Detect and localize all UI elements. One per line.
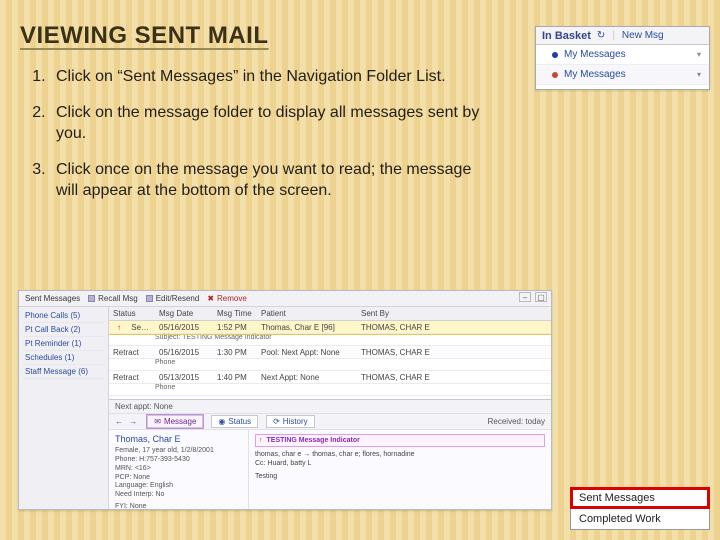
- remove-button[interactable]: ✖Remove: [207, 294, 247, 303]
- row-subject: Subject: TESTING Message Indicator: [109, 334, 551, 346]
- table-row[interactable]: ↑ Sent 05/16/2015 1:52 PM Thomas, Char E…: [109, 321, 551, 334]
- col-date[interactable]: Msg Date: [155, 309, 213, 318]
- recall-button[interactable]: Recall Msg: [88, 294, 138, 303]
- step-item: Click on “Sent Messages” in the Navigati…: [50, 66, 490, 88]
- inbasket-item-label: My Messages: [564, 49, 626, 60]
- tab-label: Message: [164, 417, 196, 426]
- inbasket-item-label: My Messages: [564, 69, 626, 80]
- patient-fyi: FYI: None: [115, 503, 242, 509]
- inbasket-title: In Basket: [542, 30, 591, 42]
- message-from: thomas, char e → thomas, char e; flores,…: [255, 450, 545, 459]
- recall-label: Recall Msg: [98, 294, 138, 303]
- new-message-button[interactable]: New Msg: [622, 30, 664, 41]
- col-patient[interactable]: Patient: [257, 309, 357, 318]
- edit-icon: [146, 295, 153, 302]
- remove-label: Remove: [217, 294, 247, 303]
- message-cc: Cc: Huard, batty L: [255, 459, 545, 468]
- window-button[interactable]: ▢: [535, 292, 547, 302]
- cell-status: Retract: [109, 348, 155, 357]
- cell-sentby: THOMAS, CHAR E: [357, 323, 551, 332]
- cell-time: 1:30 PM: [213, 348, 257, 357]
- folder-sidebar: Phone Calls (5) Pt Call Back (2) Pt Remi…: [19, 307, 109, 509]
- bullet-icon: [552, 72, 558, 78]
- window-button[interactable]: –: [519, 292, 531, 302]
- chevron-down-icon: ▾: [697, 70, 701, 79]
- chevron-down-icon: ▾: [697, 50, 701, 59]
- patient-pcp: PCP: None: [115, 474, 242, 483]
- received-label: Received: today: [488, 417, 545, 426]
- tab-label: History: [283, 417, 308, 426]
- tab-message[interactable]: ✉Message: [147, 415, 203, 428]
- nav-arrows[interactable]: ← →: [115, 417, 139, 426]
- message-text: Testing: [255, 472, 545, 481]
- recall-icon: [88, 295, 95, 302]
- message-title-bar: ↑ TESTING Message Indicator: [255, 434, 545, 447]
- inbasket-item[interactable]: My Messages ▾: [536, 65, 709, 85]
- cell-date: 05/16/2015: [155, 323, 213, 332]
- toolbar: Sent Messages Recall Msg Edit/Resend ✖Re…: [19, 291, 551, 307]
- folder-nav: Sent Messages Completed Work: [570, 487, 710, 530]
- table-row[interactable]: Retract 05/13/2015 1:40 PM Next Appt: No…: [109, 371, 551, 384]
- patient-interp: Need Interp: No: [115, 491, 242, 500]
- table-row[interactable]: Retract 05/16/2015 1:30 PM Pool: Next Ap…: [109, 346, 551, 359]
- inbasket-panel: In Basket ↻ | New Msg My Messages ▾ My M…: [535, 26, 710, 90]
- step-item: Click on the message folder to display a…: [50, 102, 490, 145]
- nav-sent-messages[interactable]: Sent Messages: [571, 488, 709, 508]
- column-headers: Status Msg Date Msg Time Patient Sent By: [109, 307, 551, 321]
- arrow-up-icon: ↑: [113, 323, 125, 332]
- cell-status: Retract: [109, 373, 155, 382]
- sent-messages-window: – ▢ Sent Messages Recall Msg Edit/Resend…: [18, 290, 552, 510]
- patient-mrn: MRN: <16>: [115, 465, 242, 474]
- cell-sentby: THOMAS, CHAR E: [357, 373, 551, 382]
- col-sentby[interactable]: Sent By: [357, 309, 551, 318]
- sidebar-item[interactable]: Schedules (1): [23, 351, 104, 365]
- remove-icon: ✖: [207, 294, 214, 303]
- patient-lang: Language: English: [115, 482, 242, 491]
- step-item: Click once on the message you want to re…: [50, 159, 490, 202]
- message-body-area: ↑ TESTING Message Indicator thomas, char…: [249, 430, 551, 509]
- history-icon: ⟳: [273, 417, 280, 426]
- sidebar-item[interactable]: Phone Calls (5): [23, 309, 104, 323]
- refresh-icon[interactable]: ↻: [597, 30, 605, 41]
- message-list: ↑ Sent 05/16/2015 1:52 PM Thomas, Char E…: [109, 321, 551, 399]
- row-subject: Phone: [109, 359, 551, 371]
- nav-completed-work[interactable]: Completed Work: [571, 508, 709, 529]
- edit-resend-button[interactable]: Edit/Resend: [146, 294, 200, 303]
- patient-name[interactable]: Thomas, Char E: [115, 434, 242, 445]
- tab-status[interactable]: ◉Status: [211, 415, 258, 428]
- row-subject: Phone: [109, 384, 551, 396]
- sidebar-item[interactable]: Staff Message (6): [23, 365, 104, 379]
- patient-phone: Phone: H:757-393-5430: [115, 456, 242, 465]
- cell-sentby: THOMAS, CHAR E: [357, 348, 551, 357]
- preview-next-appt: Next appt: None: [109, 400, 551, 414]
- cell-extra: Pool: Next Appt: None: [257, 348, 357, 357]
- edit-label: Edit/Resend: [156, 294, 200, 303]
- cell-patient: Thomas, Char E [96]: [257, 323, 357, 332]
- tab-label: Status: [228, 417, 251, 426]
- message-title: TESTING Message Indicator: [267, 437, 360, 444]
- col-status[interactable]: Status: [109, 309, 155, 318]
- cell-status: Sent: [127, 323, 151, 332]
- instruction-list: Click on “Sent Messages” in the Navigati…: [0, 62, 490, 202]
- cell-time: 1:52 PM: [213, 323, 257, 332]
- section-title: Sent Messages: [25, 294, 80, 303]
- cell-date: 05/16/2015: [155, 348, 213, 357]
- sidebar-item[interactable]: Pt Call Back (2): [23, 323, 104, 337]
- message-icon: ✉: [154, 417, 161, 426]
- cell-extra: Next Appt: None: [257, 373, 357, 382]
- bullet-icon: [552, 52, 558, 58]
- col-time[interactable]: Msg Time: [213, 309, 257, 318]
- status-icon: ◉: [218, 417, 225, 426]
- tab-history[interactable]: ⟳History: [266, 415, 315, 428]
- sidebar-item[interactable]: Pt Reminder (1): [23, 337, 104, 351]
- inbasket-item[interactable]: My Messages ▾: [536, 45, 709, 65]
- patient-demo: Female, 17 year old, 1/2/8/2001: [115, 447, 242, 456]
- message-preview: Next appt: None ← → ✉Message ◉Status ⟳Hi…: [109, 399, 551, 509]
- cell-date: 05/13/2015: [155, 373, 213, 382]
- arrow-up-icon: ↑: [259, 437, 263, 444]
- patient-sidebar: Thomas, Char E Female, 17 year old, 1/2/…: [109, 430, 249, 509]
- cell-time: 1:40 PM: [213, 373, 257, 382]
